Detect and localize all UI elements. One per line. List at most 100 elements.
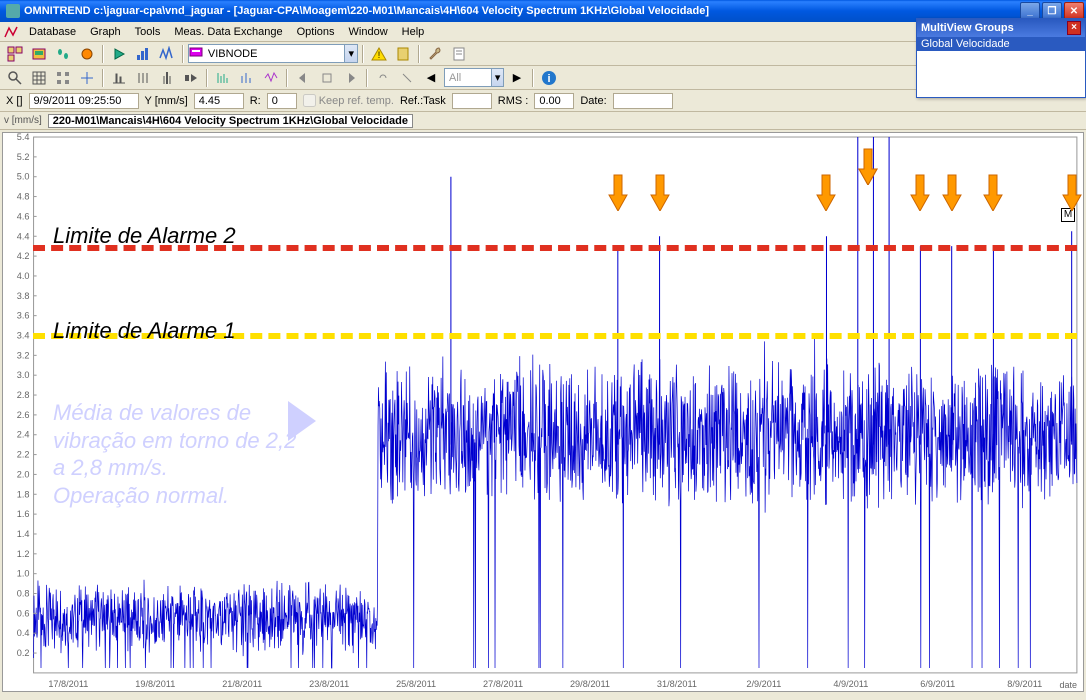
svg-text:8/9/2011: 8/9/2011 <box>1007 679 1042 689</box>
spike-arrow-icon <box>815 173 837 211</box>
chevron-down-icon[interactable]: ▾ <box>491 69 503 86</box>
cursor-icon[interactable] <box>76 68 98 88</box>
menu-database[interactable]: Database <box>22 24 83 40</box>
date-label: Date: <box>580 95 606 107</box>
spike-arrow-icon <box>941 173 963 211</box>
svg-text:1.6: 1.6 <box>17 509 30 519</box>
path-bar: v [mm/s] 220-M01\Mancais\4H\604 Velocity… <box>0 112 1086 130</box>
next-icon[interactable]: ▶ <box>506 68 528 88</box>
menu-options[interactable]: Options <box>290 24 342 40</box>
svg-text:1.4: 1.4 <box>17 529 30 539</box>
reftask-label: Ref.:Task <box>400 95 446 107</box>
chart-area[interactable]: Limite de Alarme 2 Limite de Alarme 1 Mé… <box>2 132 1084 692</box>
multiview-list[interactable]: Global Velocidade <box>917 37 1085 97</box>
svg-text:0.4: 0.4 <box>17 628 30 638</box>
svg-text:1.8: 1.8 <box>17 489 30 499</box>
svg-text:4.4: 4.4 <box>17 231 30 241</box>
footsteps-icon[interactable] <box>52 44 74 64</box>
svg-text:19/8/2011: 19/8/2011 <box>135 679 175 689</box>
zoom-icon[interactable] <box>4 68 26 88</box>
svg-text:3.2: 3.2 <box>17 350 30 360</box>
device-icon[interactable] <box>28 44 50 64</box>
menu-help[interactable]: Help <box>395 24 432 40</box>
spectrum3-icon[interactable] <box>260 68 282 88</box>
toolbar-separator <box>418 45 420 63</box>
device-combo-input[interactable] <box>204 48 345 60</box>
spectrum2-icon[interactable] <box>236 68 258 88</box>
action-icon[interactable] <box>76 44 98 64</box>
svg-text:3.6: 3.6 <box>17 311 30 321</box>
svg-text:29/8/2011: 29/8/2011 <box>570 679 610 689</box>
peaks-icon[interactable] <box>108 68 130 88</box>
notes-icon[interactable] <box>448 44 470 64</box>
svg-text:2.2: 2.2 <box>17 450 30 460</box>
menu-window[interactable]: Window <box>342 24 395 40</box>
spike-arrow-icon <box>1061 173 1083 211</box>
signal-icon[interactable] <box>156 44 178 64</box>
r-field: 0 <box>267 93 297 109</box>
svg-text:0.6: 0.6 <box>17 608 30 618</box>
svg-text:17/8/2011: 17/8/2011 <box>48 679 88 689</box>
y-field: 4.45 <box>194 93 244 109</box>
device-combo[interactable]: ▾ <box>188 44 358 63</box>
chevron-down-icon[interactable]: ▾ <box>344 45 357 62</box>
svg-text:2.8: 2.8 <box>17 390 30 400</box>
warning-icon[interactable]: ! <box>368 44 390 64</box>
multiview-titlebar[interactable]: MultiView Groups × <box>917 19 1085 37</box>
menu-tools[interactable]: Tools <box>128 24 168 40</box>
spike-arrow-icon <box>649 173 671 211</box>
svg-text:4/9/2011: 4/9/2011 <box>833 679 868 689</box>
svg-text:27/8/2011: 27/8/2011 <box>483 679 523 689</box>
matrix-icon[interactable] <box>52 68 74 88</box>
multiview-close-icon[interactable]: × <box>1067 21 1081 35</box>
grid-icon[interactable] <box>28 68 50 88</box>
spectrum1-icon[interactable] <box>212 68 234 88</box>
svg-text:25/8/2011: 25/8/2011 <box>396 679 436 689</box>
svg-text:5.0: 5.0 <box>17 172 30 182</box>
svg-text:0.2: 0.2 <box>17 648 30 658</box>
spike-arrow-icon <box>909 173 931 211</box>
r-label: R: <box>250 95 261 107</box>
svg-text:5.4: 5.4 <box>17 133 30 142</box>
device2-icon[interactable] <box>392 44 414 64</box>
svg-text:2/9/2011: 2/9/2011 <box>746 679 781 689</box>
multiview-title: MultiView Groups <box>921 22 1014 34</box>
multiview-panel[interactable]: MultiView Groups × Global Velocidade <box>916 18 1086 98</box>
y-label: Y [mm/s] <box>145 95 188 107</box>
svg-text:3.4: 3.4 <box>17 331 30 341</box>
svg-text:2.0: 2.0 <box>17 469 30 479</box>
toolbar-separator <box>206 69 208 87</box>
harmonics-icon[interactable] <box>132 68 154 88</box>
menu-meas-data-exchange[interactable]: Meas. Data Exchange <box>167 24 289 40</box>
wrench-icon[interactable] <box>424 44 446 64</box>
svg-text:4.6: 4.6 <box>17 211 30 221</box>
alarm1-annotation: Limite de Alarme 1 <box>53 318 236 344</box>
toolbar-separator <box>532 69 534 87</box>
multiview-item-selected[interactable]: Global Velocidade <box>917 37 1085 51</box>
keep-ref-checkbox <box>303 94 316 107</box>
prev-icon[interactable]: ◀ <box>420 68 442 88</box>
svg-text:5.2: 5.2 <box>17 152 30 162</box>
app-icon <box>6 4 20 18</box>
pan-icon[interactable] <box>316 68 338 88</box>
svg-text:3.0: 3.0 <box>17 370 30 380</box>
link-icon[interactable] <box>372 68 394 88</box>
filter-combo-input[interactable] <box>445 72 491 84</box>
sidebands-icon[interactable] <box>156 68 178 88</box>
play-icon[interactable] <box>108 44 130 64</box>
info-icon[interactable]: i <box>538 68 560 88</box>
menu-graph[interactable]: Graph <box>83 24 128 40</box>
svg-text:31/8/2011: 31/8/2011 <box>657 679 697 689</box>
app-menu-icon <box>4 25 18 39</box>
pan-left-icon[interactable] <box>292 68 314 88</box>
filter-combo[interactable]: ▾ <box>444 68 504 87</box>
normal-op-annotation: Média de valores de vibração em torno de… <box>53 399 313 509</box>
unlink-icon[interactable] <box>396 68 418 88</box>
playback-icon[interactable] <box>180 68 202 88</box>
tree-icon[interactable] <box>4 44 26 64</box>
date-field <box>613 93 673 109</box>
chart-icon[interactable] <box>132 44 154 64</box>
spike-arrow-icon <box>607 173 629 211</box>
pan-right-icon[interactable] <box>340 68 362 88</box>
svg-text:1.0: 1.0 <box>17 569 30 579</box>
